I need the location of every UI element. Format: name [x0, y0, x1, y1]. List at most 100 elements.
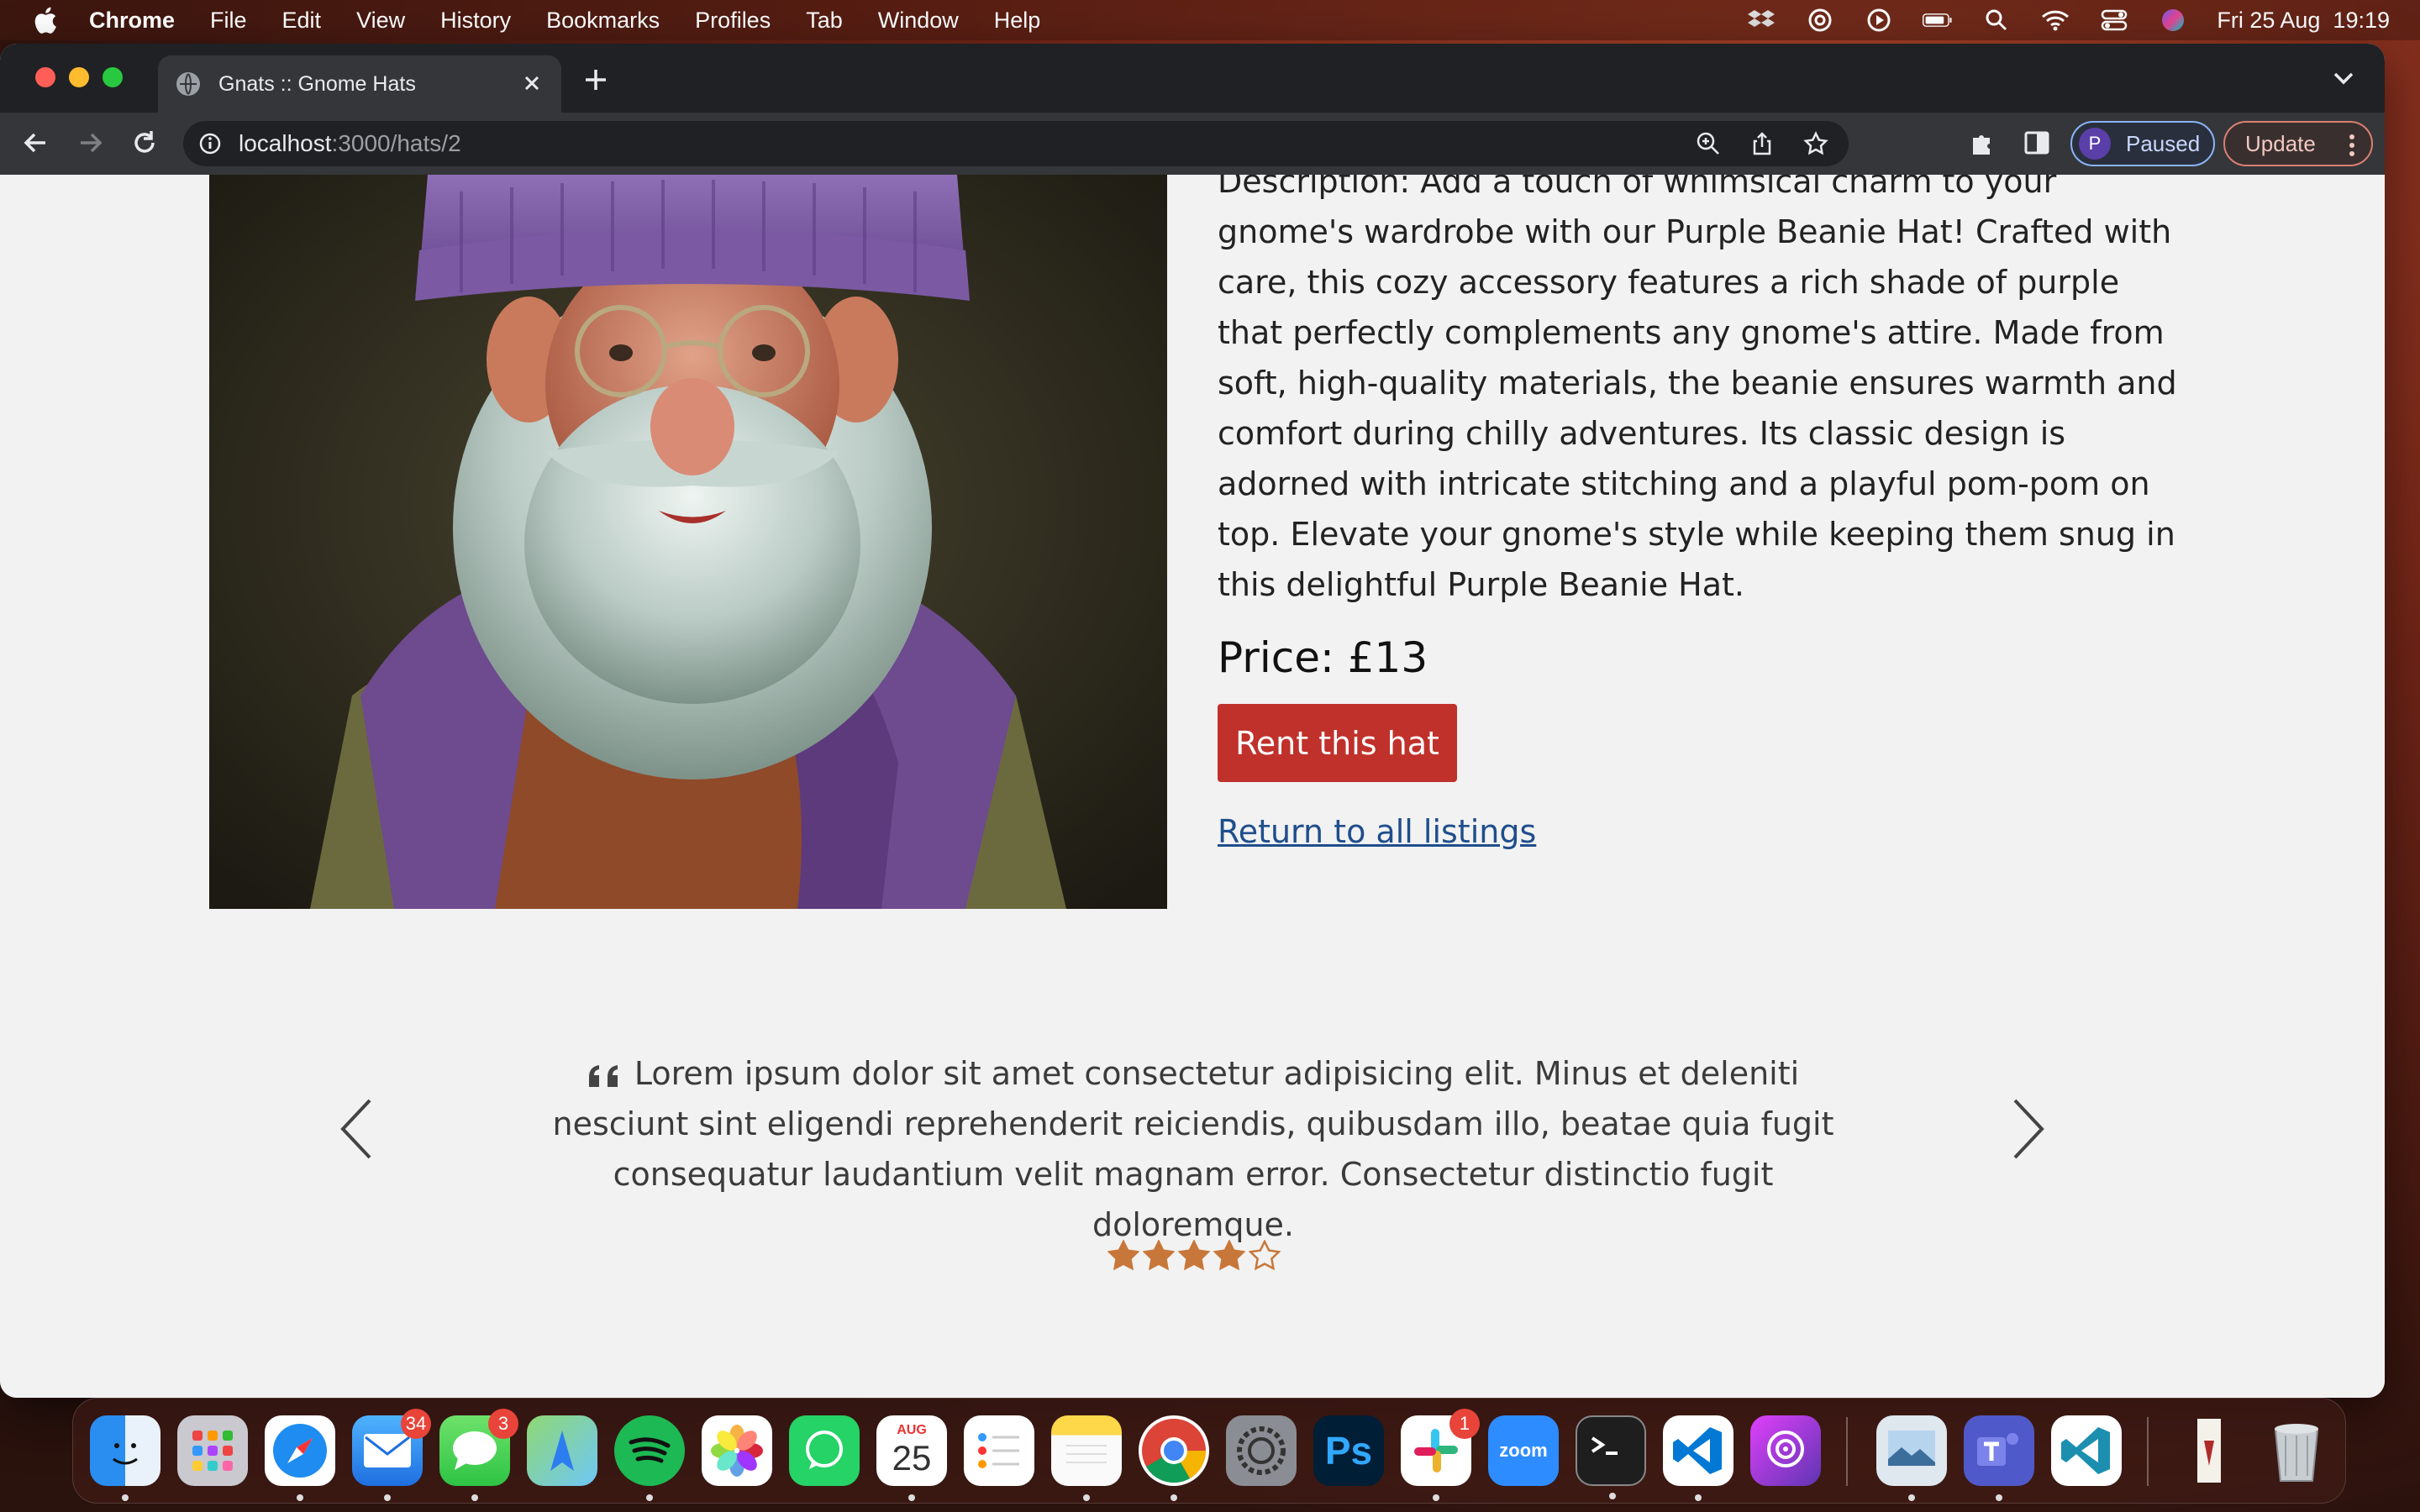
- star-filled-icon: [1213, 1240, 1245, 1271]
- product-price: Price: £13: [1218, 633, 1428, 682]
- vscode-insiders-app-icon[interactable]: [2051, 1415, 2122, 1486]
- mail-app-icon[interactable]: 34: [352, 1409, 431, 1501]
- close-tab-icon[interactable]: [519, 71, 544, 96]
- zoom-window-button[interactable]: [103, 67, 123, 87]
- gnome-portrait-illustration: [209, 175, 1167, 909]
- mail-badge: 34: [401, 1409, 431, 1439]
- side-panel-icon[interactable]: [2022, 128, 2052, 158]
- dock-separator: [1846, 1417, 1848, 1486]
- update-label: Update: [2245, 130, 2316, 156]
- share-icon[interactable]: [1749, 131, 1775, 156]
- testimonial-rating: [1107, 1240, 1281, 1272]
- chrome-window: Gnats :: Gnome Hats localhost:3000/hats/…: [0, 44, 2385, 1398]
- maps-app-icon[interactable]: [527, 1415, 597, 1486]
- macos-menu-bar: Chrome File Edit View History Bookmarks …: [0, 0, 2420, 40]
- slack-app-icon[interactable]: 1: [1401, 1409, 1480, 1501]
- finder-app-icon[interactable]: [90, 1415, 160, 1501]
- star-filled-icon: [1143, 1240, 1175, 1271]
- menu-clock[interactable]: Fri 25 Aug 19:19: [2217, 8, 2390, 34]
- carousel-prev-arrow-icon[interactable]: [338, 1097, 375, 1161]
- vscode-app-icon[interactable]: [1663, 1415, 1733, 1501]
- close-window-button[interactable]: [35, 67, 55, 87]
- menu-view[interactable]: View: [356, 8, 405, 34]
- spotlight-search-icon[interactable]: [1981, 8, 2012, 33]
- more-vertical-icon[interactable]: [2348, 133, 2356, 158]
- calendar-day: 25: [892, 1438, 932, 1478]
- screen-share-icon[interactable]: [1805, 8, 1835, 33]
- photoshop-label: Ps: [1324, 1429, 1373, 1473]
- downloads-stack-icon[interactable]: [2174, 1415, 2244, 1486]
- safari-app-icon[interactable]: [265, 1415, 335, 1501]
- calendar-month: AUG: [897, 1423, 927, 1437]
- return-to-listings-link[interactable]: Return to all listings: [1218, 813, 1536, 850]
- menu-app-name[interactable]: Chrome: [89, 8, 175, 34]
- product-description: Description: Add a touch of whimsical ch…: [1218, 175, 2177, 603]
- notes-app-icon[interactable]: [1051, 1415, 1122, 1501]
- reload-icon[interactable]: [129, 128, 160, 158]
- bookmark-star-icon[interactable]: [1803, 131, 1828, 156]
- reminders-app-icon[interactable]: [964, 1415, 1034, 1486]
- apple-icon[interactable]: [30, 5, 59, 35]
- menu-tab[interactable]: Tab: [806, 8, 843, 34]
- podcast-app-icon[interactable]: [1750, 1415, 1821, 1486]
- macos-dock: 34 3 AUG 25 Ps 1 zoom: [72, 1398, 2346, 1504]
- testimonial-quote: Lorem ipsum dolor sit amet consectetur a…: [552, 1055, 1834, 1243]
- tab-search-chevron-icon[interactable]: [2333, 71, 2354, 86]
- trash-icon[interactable]: [2261, 1415, 2332, 1486]
- spotify-app-icon[interactable]: [614, 1415, 685, 1501]
- launchpad-app-icon[interactable]: [177, 1415, 248, 1486]
- menu-history[interactable]: History: [440, 8, 511, 34]
- extensions-puzzle-icon[interactable]: [1968, 128, 1998, 158]
- messages-app-icon[interactable]: 3: [439, 1409, 518, 1501]
- photoshop-app-icon[interactable]: Ps: [1313, 1415, 1384, 1486]
- star-empty-icon: [1249, 1240, 1281, 1271]
- product-image: [209, 175, 1167, 909]
- preview-app-icon[interactable]: [1876, 1415, 1947, 1501]
- chrome-app-icon[interactable]: [1139, 1415, 1209, 1501]
- tab-strip: Gnats :: Gnome Hats: [0, 44, 2385, 113]
- whatsapp-app-icon[interactable]: [789, 1415, 860, 1486]
- browser-toolbar: localhost:3000/hats/2 P Paused Update: [0, 113, 2385, 175]
- star-filled-icon: [1107, 1240, 1139, 1271]
- browser-tab-active[interactable]: Gnats :: Gnome Hats: [158, 55, 561, 113]
- forward-arrow-icon[interactable]: [76, 128, 106, 158]
- menu-file[interactable]: File: [210, 8, 247, 34]
- system-settings-app-icon[interactable]: [1226, 1415, 1297, 1486]
- slack-badge: 1: [1449, 1409, 1480, 1439]
- zoom-icon[interactable]: [1696, 131, 1721, 156]
- new-tab-icon[interactable]: [581, 66, 610, 94]
- profile-avatar: P: [2079, 128, 2111, 160]
- tab-title: Gnats :: Gnome Hats: [218, 71, 416, 96]
- update-button[interactable]: Update: [2223, 121, 2373, 166]
- rent-hat-button[interactable]: Rent this hat: [1218, 704, 1457, 782]
- url-path: :3000/hats/2: [331, 130, 461, 156]
- control-center-icon[interactable]: [2099, 8, 2129, 33]
- profile-button[interactable]: P Paused: [2070, 121, 2215, 166]
- messages-badge: 3: [488, 1409, 518, 1439]
- siri-icon[interactable]: [2158, 8, 2188, 33]
- profile-status: Paused: [2126, 130, 2201, 156]
- photos-app-icon[interactable]: [702, 1415, 772, 1486]
- back-arrow-icon[interactable]: [20, 128, 50, 158]
- calendar-app-icon[interactable]: AUG 25: [876, 1415, 947, 1501]
- site-info-icon[interactable]: [198, 132, 222, 155]
- quote-icon: [588, 1064, 618, 1087]
- teams-app-icon[interactable]: [1964, 1415, 2034, 1501]
- page-viewport: Description: Add a touch of whimsical ch…: [0, 175, 2385, 1398]
- play-icon[interactable]: [1864, 8, 1894, 33]
- menu-window[interactable]: Window: [878, 8, 959, 34]
- minimize-window-button[interactable]: [69, 67, 89, 87]
- star-filled-icon: [1178, 1240, 1210, 1271]
- dropbox-icon[interactable]: [1746, 8, 1776, 33]
- terminal-app-icon[interactable]: [1576, 1415, 1646, 1499]
- carousel-next-arrow-icon[interactable]: [2010, 1097, 2047, 1161]
- address-bar[interactable]: localhost:3000/hats/2: [183, 121, 1849, 166]
- url-host: localhost: [239, 130, 332, 156]
- wifi-icon[interactable]: [2040, 8, 2070, 33]
- menu-profiles[interactable]: Profiles: [695, 8, 771, 34]
- battery-icon[interactable]: [1923, 8, 1953, 33]
- zoom-app-icon[interactable]: zoom: [1488, 1415, 1559, 1486]
- menu-help[interactable]: Help: [994, 8, 1041, 34]
- menu-edit[interactable]: Edit: [282, 8, 322, 34]
- menu-bookmarks[interactable]: Bookmarks: [546, 8, 660, 34]
